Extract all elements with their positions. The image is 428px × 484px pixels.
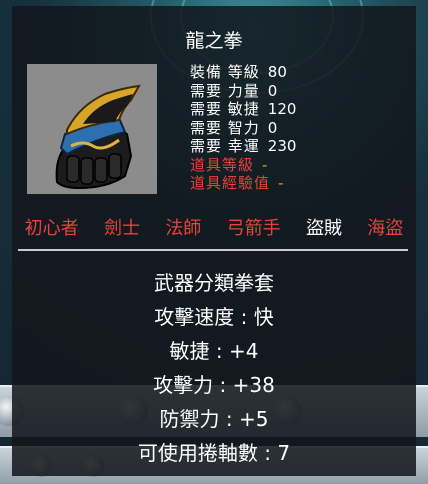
req-label: 需要 智力 <box>190 118 260 137</box>
req-label: 道具等級 <box>190 155 255 174</box>
property-upgrade-slots: 可使用捲軸數 : 7 <box>137 441 291 465</box>
job-thief: 盜賊 <box>305 218 342 239</box>
divider <box>18 249 408 251</box>
req-luk: 需要 幸運 230 <box>190 137 296 156</box>
req-value: 230 <box>267 137 297 155</box>
property-attack: 攻擊力 : +38 <box>153 373 275 397</box>
req-value: 80 <box>267 63 287 81</box>
req-label: 道具經驗值 <box>190 174 271 192</box>
job-magician: 法師 <box>165 218 202 239</box>
property-attack-speed: 攻擊速度 : 快 <box>154 305 274 329</box>
property-dex: 敏捷 : +4 <box>169 339 259 363</box>
req-label: 需要 敏捷 <box>190 100 260 118</box>
req-label: 裝備 等級 <box>190 63 260 81</box>
claw-glove-icon <box>55 84 141 190</box>
req-label: 需要 力量 <box>190 81 260 100</box>
job-beginner: 初心者 <box>24 218 79 239</box>
req-value: 120 <box>267 100 297 118</box>
item-name: 龍之拳 <box>185 30 243 52</box>
requirements-list: 裝備 等級 80 需要 力量 0 需要 敏捷 120 需要 智力 0 需要 幸運… <box>190 63 296 193</box>
job-bowman: 弓箭手 <box>226 218 281 239</box>
req-value: - <box>278 174 284 192</box>
req-str: 需要 力量 0 <box>190 82 296 101</box>
game-scene: 龍之拳 裝備 等級 80 需要 力量 0 需要 敏捷 120 需要 智力 0 需… <box>0 0 428 484</box>
job-warrior: 劍士 <box>103 218 140 239</box>
req-value: - <box>262 155 268 174</box>
property-weapon-type: 武器分類拳套 <box>154 271 274 295</box>
item-icon-frame <box>27 64 157 194</box>
req-value: 0 <box>267 81 278 100</box>
req-item-exp: 道具經驗值 - <box>190 174 296 193</box>
job-list: 初心者 劍士 法師 弓箭手 盜賊 海盜 <box>12 214 416 240</box>
req-label: 需要 幸運 <box>190 137 260 155</box>
req-item-level: 道具等級 - <box>190 156 296 175</box>
req-int: 需要 智力 0 <box>190 119 296 138</box>
req-value: 0 <box>267 118 278 137</box>
req-dex: 需要 敏捷 120 <box>190 100 296 119</box>
item-tooltip: 龍之拳 裝備 等級 80 需要 力量 0 需要 敏捷 120 需要 智力 0 需… <box>12 6 416 476</box>
req-level: 裝備 等級 80 <box>190 63 296 82</box>
property-defense: 防禦力 : +5 <box>159 407 269 431</box>
job-pirate: 海盜 <box>367 218 404 239</box>
item-properties: 武器分類拳套 攻擊速度 : 快 敏捷 : +4 攻擊力 : +38 防禦力 : … <box>12 266 416 470</box>
